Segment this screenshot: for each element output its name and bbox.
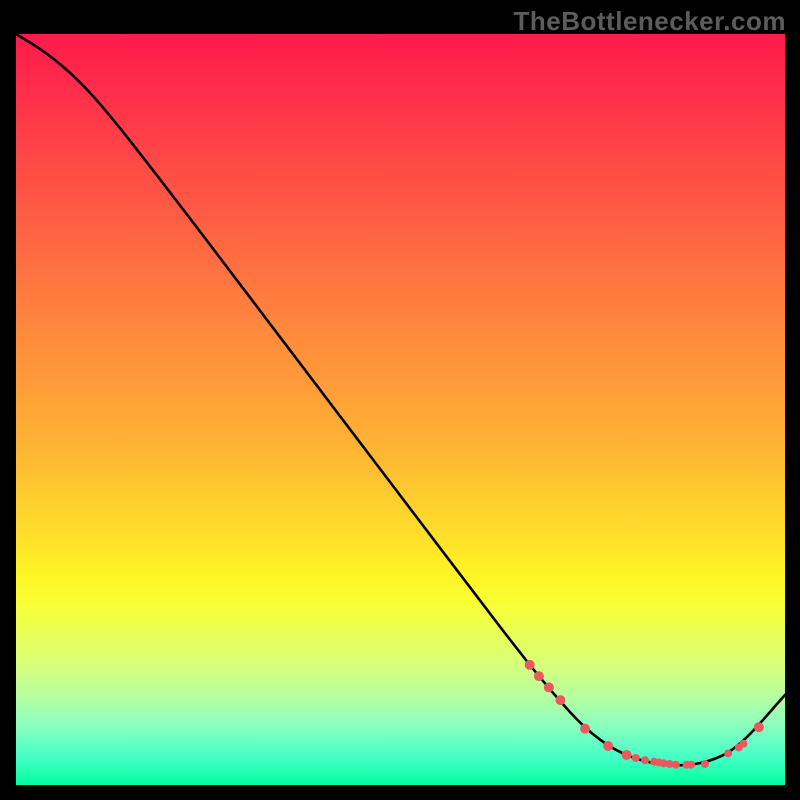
data-marker [525,660,535,670]
data-marker [701,760,709,768]
data-marker [687,761,695,769]
data-marker [603,741,613,751]
data-marker [672,761,680,769]
bottleneck-curve [16,34,785,765]
data-marker [555,695,565,705]
data-marker [641,756,649,764]
data-marker [632,754,640,762]
data-marker [622,750,632,760]
plot-area [16,34,785,785]
data-marker [534,671,544,681]
data-marker [754,722,764,732]
chart-svg [16,34,785,785]
chart-container: TheBottlenecker.com [0,0,800,800]
data-marker [544,682,554,692]
watermark-text: TheBottlenecker.com [514,6,786,37]
data-marker [739,740,747,748]
data-markers [525,660,764,769]
data-marker [724,749,732,757]
data-marker [580,724,590,734]
